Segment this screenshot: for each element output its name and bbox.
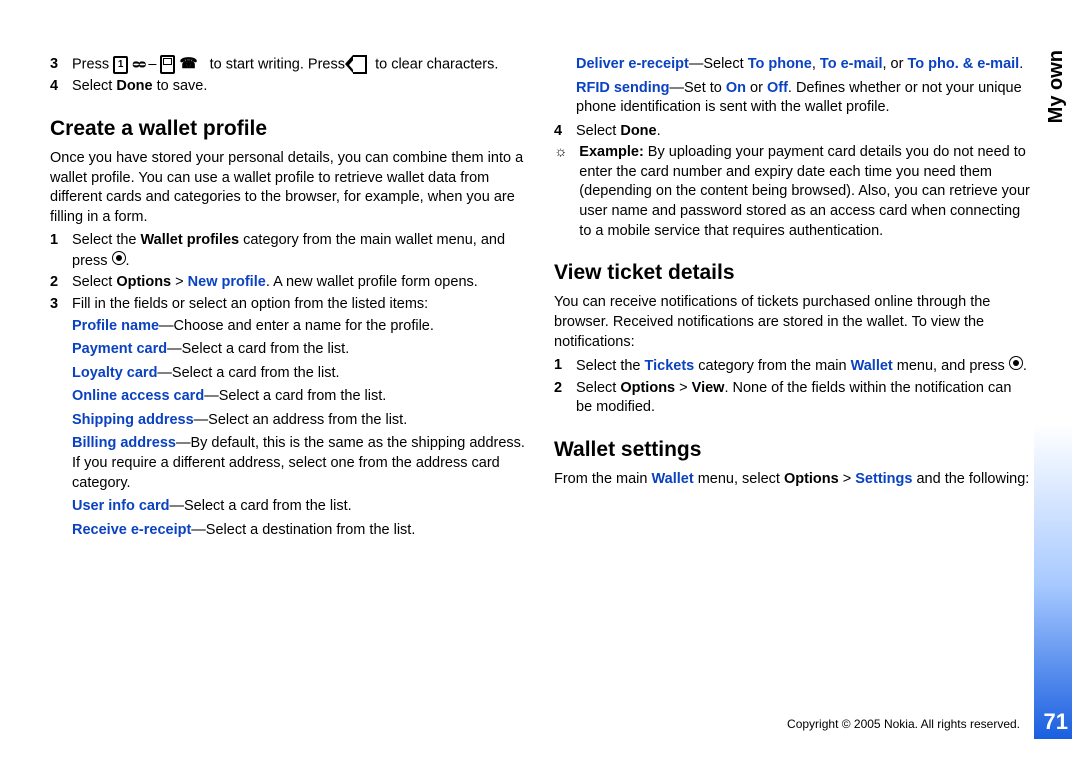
text: —Choose and enter a name for the profile…: [159, 318, 434, 334]
link-new-profile[interactable]: New profile: [188, 274, 266, 290]
ui-label-tickets: Tickets: [645, 358, 695, 374]
ui-label-wallet-profiles: Wallet profiles: [141, 232, 240, 248]
text: . A new wallet profile form opens.: [266, 274, 478, 290]
text: Select: [576, 123, 620, 139]
text: Select: [72, 78, 116, 94]
text: From the main: [554, 471, 652, 487]
field-user-info-card: User info card: [72, 498, 170, 514]
text: —Select: [689, 56, 748, 72]
step-number: 2: [554, 379, 568, 418]
option-off: Off: [767, 80, 788, 96]
right-column: Deliver e-receipt—Select To phone, To e-…: [554, 55, 1050, 739]
step-number: 1: [554, 356, 568, 377]
text: Fill in the fields or select an option f…: [72, 295, 526, 315]
text: Select the: [72, 232, 141, 248]
field-loyalty-card: Loyalty card: [72, 365, 157, 381]
tape-icon: ᴑᴑ: [132, 55, 144, 75]
text: —Set to: [669, 80, 725, 96]
paragraph: You can receive notifications of tickets…: [554, 293, 1030, 352]
text: Select: [576, 380, 620, 396]
field-rfid-sending: RFID sending: [576, 80, 669, 96]
step-number: 4: [50, 77, 64, 97]
step-number: 3: [50, 55, 64, 75]
text: —Select an address from the list.: [194, 412, 408, 428]
ui-label-wallet: Wallet: [851, 358, 893, 374]
nav-key-icon: [1009, 356, 1023, 370]
key-1-icon: 1: [113, 56, 128, 74]
ui-label-options: Options: [116, 274, 171, 290]
text: —Select a card from the list.: [157, 365, 339, 381]
spiral-icon: ☎: [179, 55, 197, 75]
heading-wallet-settings: Wallet settings: [554, 436, 1030, 464]
step-number: 4: [554, 122, 568, 142]
field-receive-e-receipt: Receive e-receipt: [72, 522, 191, 538]
clear-key-icon: [353, 55, 367, 74]
text: —Select a destination from the list.: [191, 522, 415, 538]
left-column: 3 Press 1 ᴑᴑ – ☎ to start writing. Press…: [50, 55, 526, 739]
example-label: Example:: [579, 144, 643, 160]
ui-label-wallet: Wallet: [652, 471, 694, 487]
step-number: 3: [50, 295, 64, 315]
text: and the following:: [912, 471, 1029, 487]
nav-key-icon: [112, 251, 126, 265]
text: —Select a card from the list.: [204, 388, 386, 404]
field-payment-card: Payment card: [72, 341, 167, 357]
paragraph: Once you have stored your personal detai…: [50, 149, 526, 227]
ui-label-view: View: [692, 380, 725, 396]
option-on: On: [726, 80, 746, 96]
text: menu, select: [694, 471, 784, 487]
ui-label-done: Done: [620, 123, 656, 139]
text: Select: [72, 274, 116, 290]
text: to save.: [153, 78, 208, 94]
text: to start writing. Press: [210, 57, 345, 73]
text: —Select a card from the list.: [170, 498, 352, 514]
phone-key-icon: [160, 55, 175, 74]
step-number: 1: [50, 231, 64, 271]
field-billing-address: Billing address: [72, 435, 176, 451]
ui-label-settings: Settings: [855, 471, 912, 487]
option-to-phone: To phone: [748, 56, 812, 72]
field-deliver-e-receipt: Deliver e-receipt: [576, 56, 689, 72]
field-profile-name: Profile name: [72, 318, 159, 334]
ui-label-done: Done: [116, 78, 152, 94]
text: Press: [72, 57, 109, 73]
tip-icon: [554, 143, 571, 241]
field-online-access-card: Online access card: [72, 388, 204, 404]
field-shipping-address: Shipping address: [72, 412, 194, 428]
heading-create-wallet-profile: Create a wallet profile: [50, 115, 526, 143]
text: By uploading your payment card details y…: [579, 144, 1030, 238]
text: to clear characters.: [375, 57, 498, 73]
ui-label-options: Options: [620, 380, 675, 396]
ui-label-options: Options: [784, 471, 839, 487]
text: —Select a card from the list.: [167, 341, 349, 357]
step-number: 2: [50, 273, 64, 293]
heading-view-ticket-details: View ticket details: [554, 259, 1030, 287]
option-to-email: To e-mail: [820, 56, 883, 72]
option-to-phone-and-email: To pho. & e-mail: [907, 56, 1019, 72]
text: category from the main: [694, 358, 850, 374]
text: menu, and press: [893, 358, 1009, 374]
text: Select the: [576, 358, 645, 374]
